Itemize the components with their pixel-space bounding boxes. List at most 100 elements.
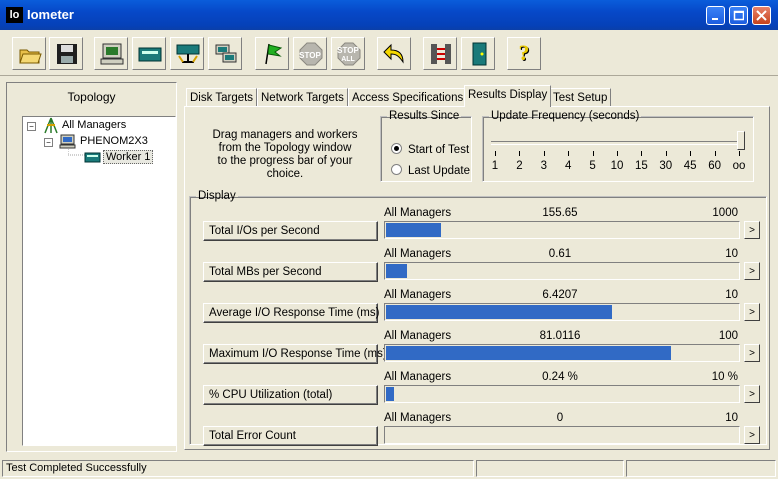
- radio-unselected-indicator[interactable]: [391, 164, 402, 175]
- metric-progress-fill: [386, 223, 441, 237]
- metric-progress-bar[interactable]: [384, 262, 740, 280]
- help-icon: ?: [518, 40, 530, 65]
- window-title: Iometer: [27, 7, 74, 22]
- duplicate-worker-button[interactable]: [208, 37, 242, 70]
- tree-item-phenom2x3[interactable]: PHENOM2X3: [80, 135, 148, 147]
- toolbar: STOP STOP ALL ?: [0, 30, 778, 76]
- tab-disk-targets[interactable]: Disk Targets: [186, 88, 258, 106]
- tree-item-all-managers[interactable]: All Managers: [62, 119, 126, 131]
- metric-progress-bar[interactable]: [384, 221, 740, 239]
- reset-workers-icon: [383, 43, 404, 64]
- metric-source-label: All Managers: [384, 248, 452, 260]
- metric-more-button[interactable]: >: [744, 426, 760, 444]
- update-frequency-legend: Update Frequency (seconds): [491, 110, 640, 122]
- slider-tick: [543, 151, 545, 156]
- metric-value: 0.24 %: [542, 371, 578, 383]
- disk-worker-icon: [138, 47, 162, 62]
- update-frequency-slider-thumb[interactable]: [737, 131, 745, 150]
- slider-tick: [739, 151, 740, 156]
- slider-tick: [714, 151, 716, 156]
- topology-tree[interactable]: − All Managers − PHENOM2X3 Worker 1: [22, 116, 176, 446]
- metric-value: 155.65: [542, 207, 578, 219]
- metric-select-button[interactable]: Total MBs per Second: [203, 262, 378, 282]
- maximize-button[interactable]: [729, 6, 748, 25]
- topology-panel: Topology − All Managers − PHENOM2X3 Work…: [6, 82, 177, 452]
- slider-tick: [665, 151, 667, 156]
- metric-value: 0: [556, 412, 564, 424]
- metric-more-button[interactable]: >: [744, 385, 760, 403]
- close-icon: [756, 10, 767, 21]
- update-frequency-slider-track[interactable]: [491, 141, 745, 145]
- all-managers-collapse-toggle[interactable]: −: [27, 122, 36, 131]
- title-bar[interactable]: lo Iometer: [0, 0, 778, 30]
- metric-progress-bar[interactable]: [384, 303, 740, 321]
- update-frequency-group: Update Frequency (seconds) 1 2 3 4 5 10 15 30 45…: [482, 110, 754, 182]
- metric-select-button[interactable]: % CPU Utilization (total): [203, 385, 378, 405]
- metric-max: 1000: [712, 207, 738, 219]
- save-button[interactable]: [49, 37, 83, 70]
- metric-max: 10: [725, 248, 738, 260]
- metric-max: 100: [718, 330, 738, 342]
- metric-progress-bar[interactable]: [384, 344, 740, 362]
- close-button[interactable]: [752, 6, 771, 25]
- disk-worker-tree-icon: [84, 152, 101, 163]
- tab-access-specifications[interactable]: Access Specifications: [348, 88, 468, 106]
- metric-max: 10: [725, 289, 738, 301]
- tab-test-setup[interactable]: Test Setup: [549, 88, 612, 106]
- metric-max: 10 %: [711, 371, 738, 383]
- slider-tick: [495, 151, 496, 156]
- metric-more-button[interactable]: >: [744, 262, 760, 280]
- slider-tick: [617, 151, 618, 156]
- help-button[interactable]: ?: [507, 37, 541, 70]
- stop-all-sublabel: ALL: [341, 56, 355, 63]
- tab-control: Disk Targets Network Targets Access Spec…: [182, 82, 772, 452]
- slider-tick: [592, 151, 594, 156]
- reset-workers-button[interactable]: [377, 37, 411, 70]
- app-icon: lo: [6, 7, 23, 23]
- metric-progress-bar[interactable]: [384, 426, 740, 444]
- save-disk-icon: [57, 44, 77, 64]
- results-since-group: Results Since Start of Test Last Update: [380, 110, 472, 182]
- disconnect-manager-icon: [431, 44, 451, 64]
- metric-value: 81.0116: [539, 330, 581, 342]
- metric-select-button[interactable]: Average I/O Response Time (ms): [203, 303, 379, 323]
- minimize-button[interactable]: [706, 6, 725, 25]
- slider-tick: [568, 151, 570, 156]
- status-pane-3: [626, 460, 776, 477]
- metric-value: 6.4207: [542, 289, 578, 301]
- stop-all-icon: STOP: [337, 46, 359, 55]
- metric-progress-fill: [386, 346, 671, 360]
- metric-progress-bar[interactable]: [384, 385, 740, 403]
- radio-selected-indicator[interactable]: [391, 143, 402, 154]
- metric-progress-fill: [386, 305, 612, 319]
- start-tests-button[interactable]: [255, 37, 289, 70]
- metric-source-label: All Managers: [384, 371, 452, 383]
- tab-network-targets[interactable]: Network Targets: [257, 88, 348, 106]
- metric-select-button[interactable]: Maximum I/O Response Time (ms): [203, 344, 387, 364]
- tree-item-worker-1[interactable]: Worker 1: [103, 150, 154, 164]
- new-manager-icon: [100, 43, 124, 65]
- slider-tick: [519, 151, 521, 156]
- radio-last-update[interactable]: Last Update: [391, 164, 470, 177]
- new-network-worker-button[interactable]: [170, 37, 204, 70]
- metric-select-button[interactable]: Total I/Os per Second: [203, 221, 378, 241]
- start-flag-icon: [265, 43, 283, 65]
- new-disk-worker-button[interactable]: [132, 37, 166, 70]
- network-worker-icon: [176, 44, 200, 63]
- exit-button[interactable]: [461, 37, 495, 70]
- open-button[interactable]: [12, 37, 46, 70]
- disconnect-manager-button[interactable]: [423, 37, 457, 70]
- radio-start-of-test[interactable]: Start of Test: [391, 143, 469, 156]
- stop-button: STOP: [293, 37, 327, 70]
- metric-select-button[interactable]: Total Error Count: [203, 426, 378, 446]
- manager-collapse-toggle[interactable]: −: [44, 138, 53, 147]
- status-pane-2: [476, 460, 624, 477]
- new-manager-button[interactable]: [94, 37, 128, 70]
- metric-more-button[interactable]: >: [744, 221, 760, 239]
- metric-more-button[interactable]: >: [744, 303, 760, 321]
- tab-results-display[interactable]: Results Display: [464, 85, 552, 107]
- computer-manager-icon: [59, 134, 76, 149]
- metric-more-button[interactable]: >: [744, 344, 760, 362]
- metric-progress-fill: [386, 387, 394, 401]
- results-display-panel: Drag managers and workers from the Topol…: [184, 106, 770, 450]
